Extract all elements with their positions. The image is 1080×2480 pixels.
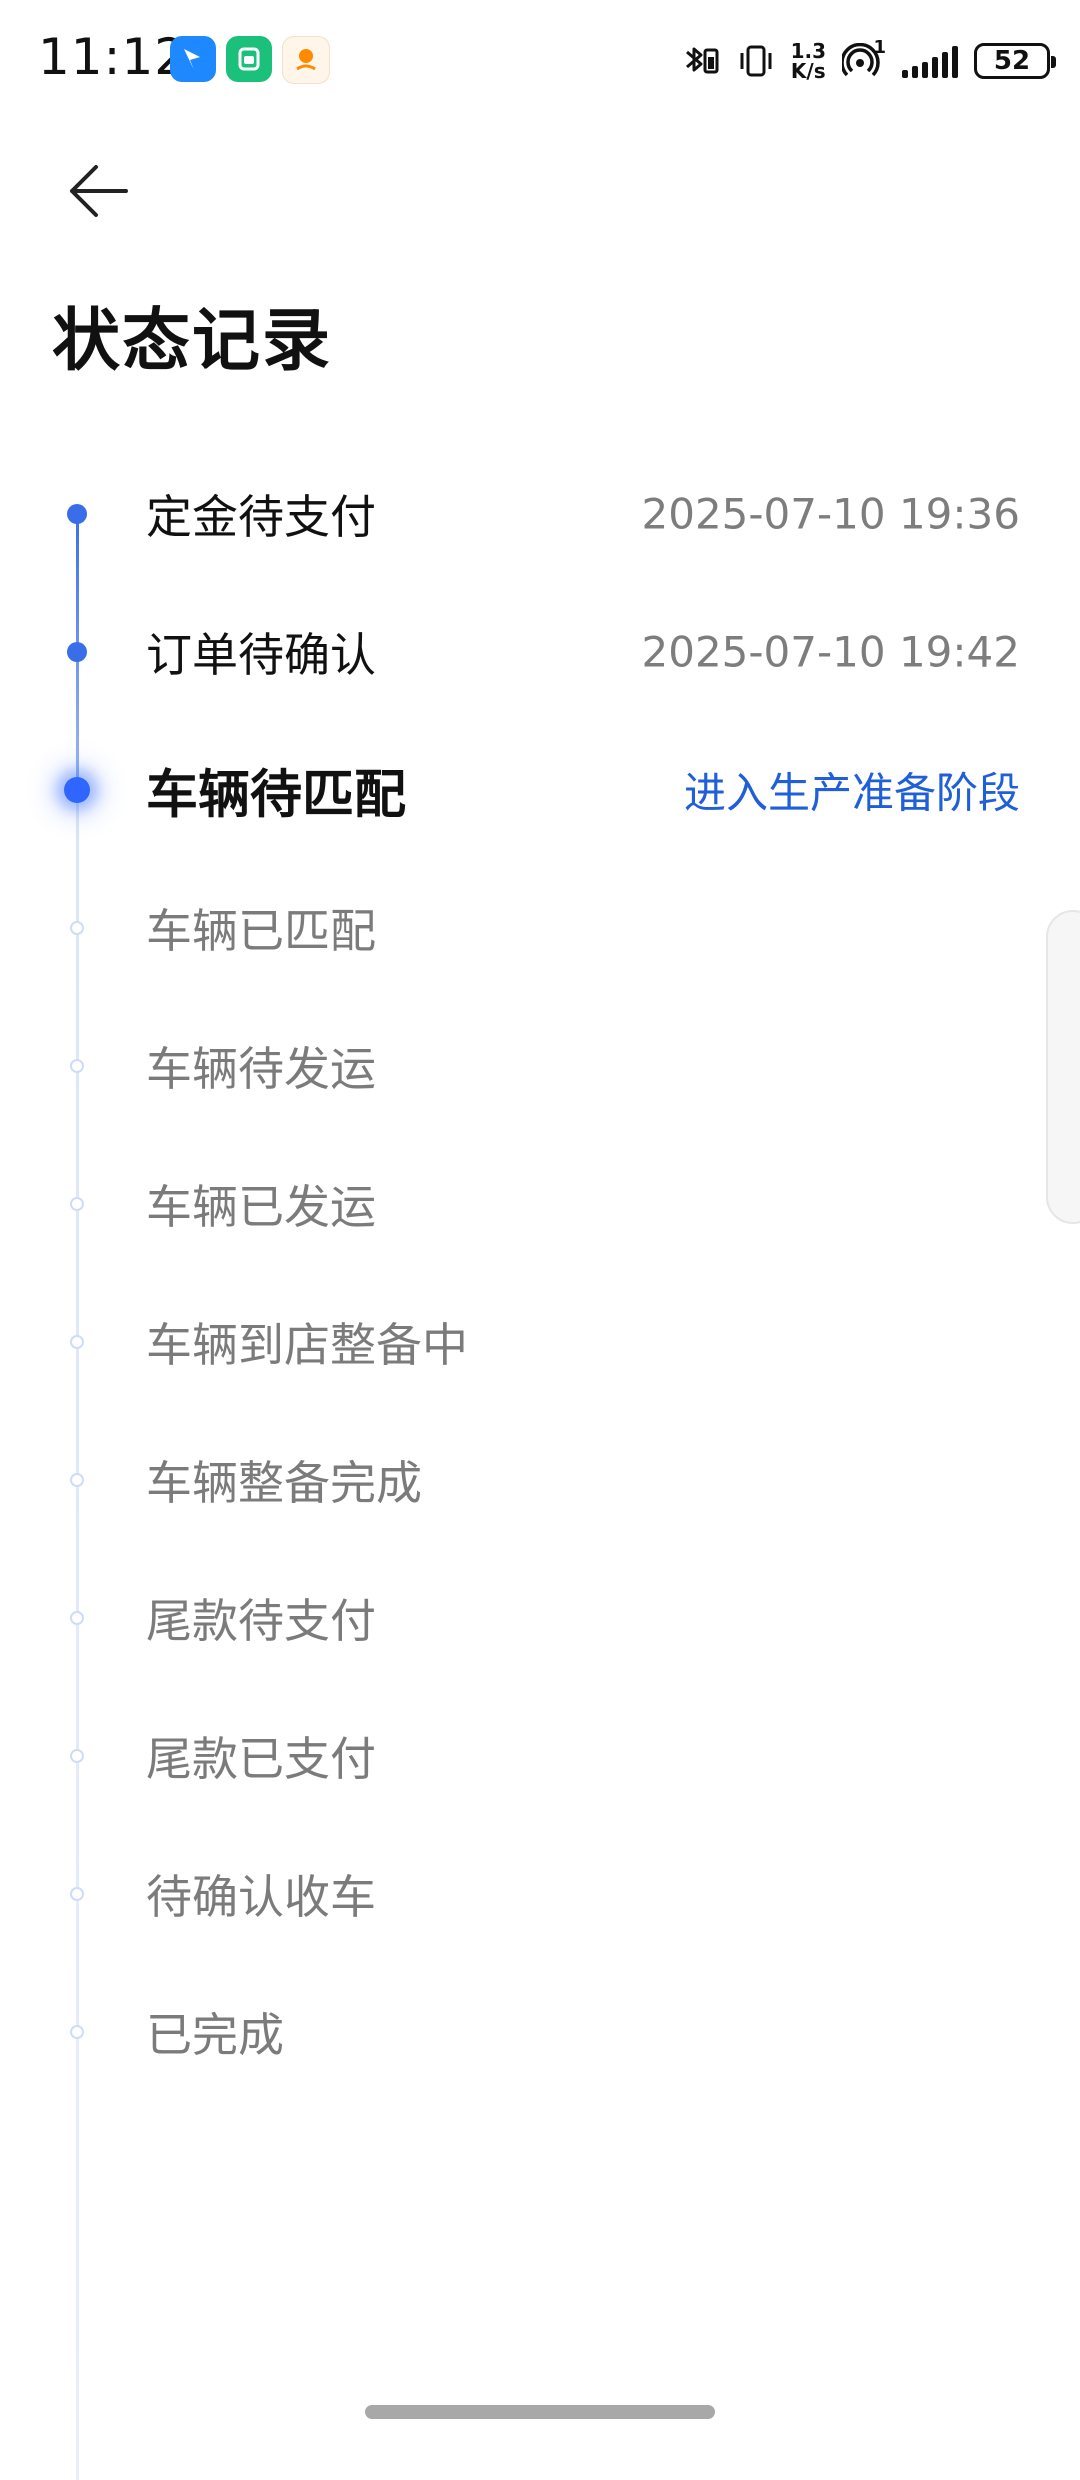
timeline-dot-pending <box>70 1335 84 1349</box>
timeline-item: 定金待支付 2025-07-10 19:36 <box>0 445 1080 583</box>
timeline-item: 订单待确认 2025-07-10 19:42 <box>0 583 1080 721</box>
timeline-label: 车辆已发运 <box>146 1180 376 1234</box>
network-speed: 1.3 K/s <box>791 41 826 81</box>
timeline-time: 2025-07-10 19:42 <box>641 627 1020 677</box>
network-speed-unit: K/s <box>790 59 826 83</box>
timeline-time: 2025-07-10 19:36 <box>641 489 1020 539</box>
timeline-item: 尾款已支付 <box>0 1687 1080 1825</box>
timeline-dot-done <box>67 642 87 662</box>
timeline-label-current: 车辆待匹配 <box>146 765 407 826</box>
hotspot-icon: 1 <box>842 37 886 79</box>
timeline-item: 尾款待支付 <box>0 1549 1080 1687</box>
timeline-label: 待确认收车 <box>146 1870 376 1924</box>
timeline-dot-pending <box>70 2025 84 2039</box>
vibrate-icon <box>737 43 775 79</box>
blue-app-icon <box>170 36 216 82</box>
timeline-dot-pending <box>70 1749 84 1763</box>
side-floating-handle[interactable] <box>1046 910 1080 1224</box>
timeline-label: 已完成 <box>146 2008 284 2062</box>
status-icons: 1.3 K/s 1 52 <box>683 36 1056 86</box>
timeline-label: 车辆待发运 <box>146 1042 376 1096</box>
green-app-icon <box>226 36 272 82</box>
hotspot-count: 1 <box>873 37 886 58</box>
signal-icon <box>902 44 958 78</box>
timeline-label: 车辆到店整备中 <box>146 1318 468 1372</box>
timeline-item: 已完成 <box>0 1963 1080 2101</box>
timeline-item: 车辆到店整备中 <box>0 1273 1080 1411</box>
timeline-item: 车辆待发运 <box>0 997 1080 1135</box>
timeline-dot-pending <box>70 1887 84 1901</box>
timeline-dot-done <box>67 504 87 524</box>
timeline-dot-pending <box>70 921 84 935</box>
orange-app-icon <box>282 36 330 84</box>
timeline-label: 车辆整备完成 <box>146 1456 422 1510</box>
timeline-item-current: 车辆待匹配 进入生产准备阶段 <box>0 721 1080 859</box>
timeline-item: 车辆已匹配 <box>0 859 1080 997</box>
timeline-label: 订单待确认 <box>146 628 376 682</box>
back-button[interactable] <box>62 155 134 227</box>
timeline-label: 尾款待支付 <box>146 1594 376 1648</box>
page-title: 状态记录 <box>52 302 333 381</box>
bluetooth-icon <box>683 43 721 79</box>
production-stage-link[interactable]: 进入生产准备阶段 <box>684 760 1020 821</box>
status-time: 11:12 <box>38 28 188 86</box>
timeline-label: 尾款已支付 <box>146 1732 376 1786</box>
network-speed-value: 1.3 <box>790 39 826 63</box>
battery-level: 52 <box>993 46 1031 76</box>
battery-icon: 52 <box>974 43 1056 79</box>
timeline-item: 待确认收车 <box>0 1825 1080 1963</box>
timeline-dot-pending <box>70 1473 84 1487</box>
timeline-label: 车辆已匹配 <box>146 904 376 958</box>
timeline-dot-current <box>64 777 90 803</box>
timeline-item: 车辆整备完成 <box>0 1411 1080 1549</box>
home-gesture-bar[interactable] <box>365 2405 715 2419</box>
timeline-dot-pending <box>70 1611 84 1625</box>
timeline-item: 车辆已发运 <box>0 1135 1080 1273</box>
back-arrow-icon <box>70 165 128 217</box>
status-bar: 11:12 1.3 K/s 1 52 <box>0 0 1080 120</box>
timeline-dot-pending <box>70 1197 84 1211</box>
timeline-dot-pending <box>70 1059 84 1073</box>
timeline-label: 定金待支付 <box>146 490 376 544</box>
